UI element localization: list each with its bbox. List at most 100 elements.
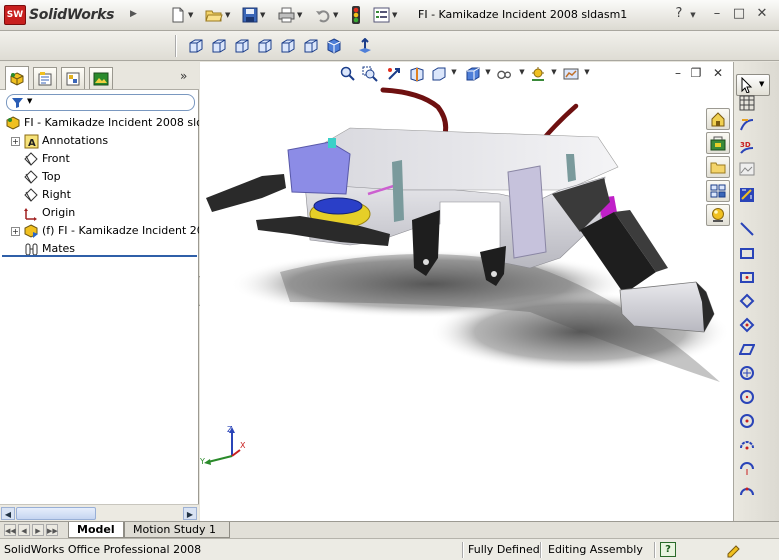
status-separator [654, 542, 656, 558]
new-document-button[interactable]: ▼ [170, 5, 193, 25]
isometric-view-icon[interactable] [326, 38, 342, 54]
chevron-down-icon[interactable]: ▼ [225, 11, 230, 19]
appearances-tab[interactable] [706, 204, 730, 226]
print-button[interactable]: ▼ [278, 5, 302, 25]
solidworks-window: SW SolidWorks ▶ ▼ ▼ ▼ ▼ ▼ ▼ FI - Kamikad… [0, 0, 779, 560]
scrollbar-thumb[interactable] [16, 507, 96, 520]
feature-tree-item-label: Top [42, 170, 61, 183]
tab-model[interactable]: Model [68, 522, 124, 538]
solidworks-logo[interactable]: SW SolidWorks [4, 4, 130, 26]
scroll-left-icon[interactable]: ◀ [1, 507, 15, 520]
previous-tab-icon[interactable]: ◀ [18, 524, 30, 536]
cursor-arrow-icon [741, 77, 753, 93]
bottom-view-icon[interactable] [303, 38, 319, 54]
graphics-area[interactable]: ▼ ▼ ▼ ▼ ▼ – ❐ ✕ Z X Y [200, 62, 733, 521]
expand-toggle-icon[interactable]: + [11, 227, 20, 236]
chevron-down-icon[interactable]: ▼ [27, 97, 32, 105]
tab-motion-study[interactable]: Motion Study 1 [124, 522, 230, 538]
status-separator [462, 542, 464, 558]
chevron-down-icon[interactable]: ▼ [188, 11, 193, 19]
tab-feature-manager[interactable] [5, 66, 29, 90]
scroll-right-icon[interactable]: ▶ [183, 507, 197, 520]
feature-tree-item[interactable]: Right [0, 186, 199, 204]
feature-tree-item-label: Origin [42, 206, 76, 219]
smart-dimension-icon[interactable] [738, 186, 756, 204]
file-explorer-tab[interactable] [706, 156, 730, 178]
maximize-button[interactable]: □ [730, 6, 748, 21]
solidworks-resources-tab[interactable] [706, 108, 730, 130]
save-button[interactable]: ▼ [242, 5, 265, 25]
3-point-rectangle-icon[interactable] [738, 316, 756, 334]
chevron-down-icon[interactable]: ▼ [333, 11, 338, 19]
feature-tree-item[interactable]: + A Annotations [0, 132, 199, 150]
red-cable-right [542, 103, 579, 140]
feature-tree-item[interactable]: FI - Kamikadze Incident 2008 sldasm1 [0, 114, 199, 132]
status-definition: Fully Defined [468, 543, 540, 556]
view-palette-tab[interactable] [706, 180, 730, 202]
chevron-down-icon[interactable]: ▼ [297, 11, 302, 19]
last-tab-icon[interactable]: ▶▶ [46, 524, 58, 536]
select-tool-button[interactable]: ▼ [736, 74, 770, 96]
sketch-picture-icon[interactable] [738, 160, 756, 178]
feature-tree: FI - Kamikadze Incident 2008 sldasm1 + A An… [0, 114, 199, 258]
menu-flyout-arrow-icon[interactable]: ▶ [130, 9, 137, 19]
top-view-icon[interactable] [280, 38, 296, 54]
tab-property-manager[interactable] [33, 67, 57, 89]
chevron-down-icon[interactable]: ▼ [759, 80, 764, 88]
expand-toggle-icon[interactable]: + [11, 137, 20, 146]
feature-manager-panel: » ▼ FI - Kamikadze Incident 2008 sldasm1… [0, 62, 199, 521]
chevron-down-icon[interactable]: ▼ [392, 11, 397, 19]
design-library-tab[interactable] [706, 132, 730, 154]
horizontal-scrollbar[interactable]: ◀ ▶ [0, 504, 199, 521]
open-button[interactable]: ▼ [205, 5, 230, 25]
rebuild-button[interactable] [351, 5, 361, 25]
back-view-icon[interactable] [211, 38, 227, 54]
centerpoint-arc-icon[interactable] [738, 436, 756, 454]
line-icon[interactable] [738, 220, 756, 238]
right-view-icon[interactable] [257, 38, 273, 54]
close-button[interactable]: ✕ [753, 6, 771, 21]
3d-sketch-icon[interactable]: 3D [738, 138, 756, 156]
sw-logo-badge: SW [4, 5, 26, 25]
status-bar: SolidWorks Office Professional 2008 Full… [0, 538, 779, 560]
first-tab-icon[interactable]: ◀◀ [4, 524, 16, 536]
feature-tree-item[interactable]: Top [0, 168, 199, 186]
tab-configuration-manager[interactable] [61, 67, 85, 89]
corner-rectangle-icon[interactable] [738, 292, 756, 310]
3-point-arc-icon[interactable] [738, 482, 756, 500]
blue-motor-block [287, 141, 351, 195]
property-manager-icon [38, 71, 52, 85]
rectangle-icon[interactable] [738, 244, 756, 262]
rollback-bar[interactable] [2, 255, 197, 257]
minimize-button[interactable]: – [708, 6, 726, 21]
parallelogram-icon[interactable] [738, 340, 756, 358]
configuration-manager-icon [66, 72, 80, 85]
tangent-arc-icon[interactable] [738, 460, 756, 478]
feature-tree-item[interactable]: Origin [0, 204, 199, 222]
grid-icon[interactable] [738, 94, 756, 112]
window-title: FI - Kamikadze Incident 2008 sldasm1 [418, 8, 628, 21]
normal-to-icon[interactable] [357, 38, 373, 54]
center-rectangle-icon[interactable] [738, 268, 756, 286]
rebuild-status-icon[interactable] [725, 542, 741, 558]
undo-button[interactable]: ▼ [315, 5, 338, 25]
assembly-model-render[interactable] [200, 62, 733, 521]
front-view-icon[interactable] [188, 38, 204, 54]
left-view-icon[interactable] [234, 38, 250, 54]
circle-icon[interactable] [738, 388, 756, 406]
feature-tree-filter[interactable]: ▼ [6, 94, 195, 111]
next-tab-icon[interactable]: ▶ [32, 524, 44, 536]
chevron-down-icon[interactable]: ▼ [260, 11, 265, 19]
task-pane-tabs [706, 108, 732, 230]
help-dropdown-icon[interactable]: ▼ [684, 11, 702, 19]
feature-tree-item[interactable]: Front [0, 150, 199, 168]
collapse-panel-icon[interactable]: » [180, 69, 187, 83]
edit-sketch-icon[interactable] [738, 116, 756, 134]
perimeter-circle-icon[interactable] [738, 412, 756, 430]
options-button[interactable]: ▼ [373, 5, 397, 25]
feature-tree-item[interactable]: + (f) FI - Kamikadze Incident 2008 [0, 222, 199, 240]
tab-display-manager[interactable] [89, 67, 113, 89]
triad-z-label: Z [227, 425, 233, 434]
quick-tips-button[interactable]: ? [660, 542, 676, 557]
polygon-icon[interactable] [738, 364, 756, 382]
